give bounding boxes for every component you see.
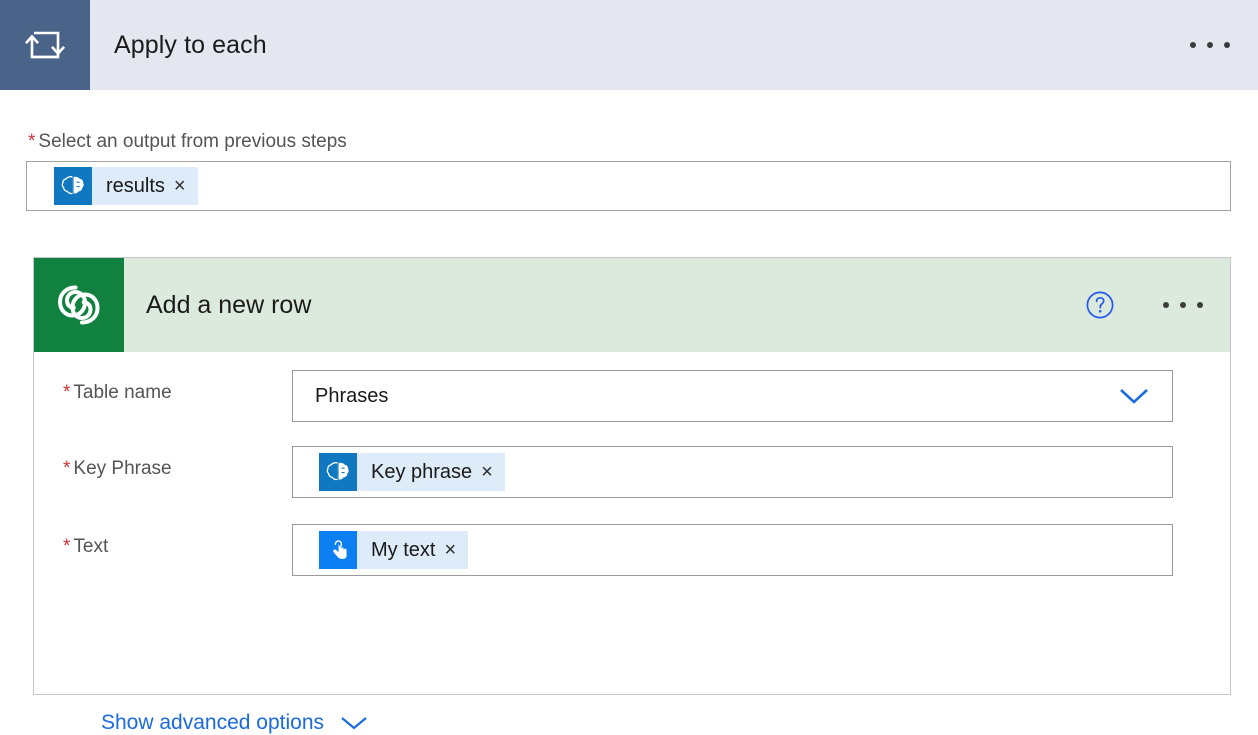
field-label-text: Text <box>73 536 108 557</box>
loop-repeat-icon <box>0 0 90 90</box>
action-card-actions <box>1085 290 1211 320</box>
tap-hand-icon <box>319 531 357 569</box>
token-chip-results[interactable]: results × <box>54 167 198 205</box>
apply-to-each-header: Apply to each <box>0 0 1258 90</box>
token-chip-key-phrase[interactable]: Key phrase × <box>319 453 505 491</box>
page-title: Apply to each <box>114 31 267 60</box>
table-name-value: Phrases <box>315 385 388 408</box>
required-asterisk: * <box>63 458 70 479</box>
help-circle-icon[interactable] <box>1085 290 1115 320</box>
dataverse-icon <box>34 258 124 352</box>
field-label-key-phrase: *Key Phrase <box>34 446 292 480</box>
field-row-table-name: *Table name Phrases <box>34 370 1230 422</box>
brain-icon <box>319 453 357 491</box>
field-label-text: Table name <box>73 382 171 403</box>
token-remove-icon[interactable]: × <box>174 176 198 196</box>
chevron-down-icon <box>339 714 369 732</box>
show-advanced-options-label: Show advanced options <box>101 711 324 735</box>
field-label-text: Key Phrase <box>73 458 171 479</box>
table-name-dropdown[interactable]: Phrases <box>292 370 1173 422</box>
chevron-down-icon[interactable] <box>1118 386 1172 406</box>
output-field-label-text: Select an output from previous steps <box>38 131 346 152</box>
field-label-text-field: *Text <box>34 524 292 558</box>
field-row-key-phrase: *Key Phrase Key phrase × <box>34 446 1230 498</box>
ellipsis-dot <box>1197 302 1203 308</box>
required-asterisk: * <box>28 131 35 152</box>
action-card-ellipsis-icon[interactable] <box>1155 294 1211 316</box>
token-remove-icon[interactable]: × <box>444 540 468 560</box>
ellipsis-dot <box>1180 302 1186 308</box>
ellipsis-dot <box>1224 42 1230 48</box>
token-chip-my-text[interactable]: My text × <box>319 531 468 569</box>
token-remove-icon[interactable]: × <box>481 462 505 482</box>
output-field-label: *Select an output from previous steps <box>28 131 347 153</box>
brain-icon <box>54 167 92 205</box>
text-input[interactable]: My text × <box>292 524 1173 576</box>
token-chip-label: results <box>92 175 174 198</box>
ellipsis-dot <box>1190 42 1196 48</box>
output-token-input[interactable]: results × <box>26 161 1231 211</box>
key-phrase-input[interactable]: Key phrase × <box>292 446 1173 498</box>
action-card-header[interactable]: Add a new row <box>34 258 1230 352</box>
ellipsis-dot <box>1163 302 1169 308</box>
required-asterisk: * <box>63 382 70 403</box>
show-advanced-options-link[interactable]: Show advanced options <box>101 711 369 735</box>
token-chip-label: Key phrase <box>357 461 481 484</box>
field-label-table-name: *Table name <box>34 370 292 404</box>
field-row-text: *Text My text × <box>34 524 1230 576</box>
action-card-add-a-new-row: Add a new row *Table name Phr <box>33 257 1231 695</box>
token-chip-label: My text <box>357 539 444 562</box>
ellipsis-dot <box>1207 42 1213 48</box>
action-card-title: Add a new row <box>146 291 311 320</box>
header-ellipsis-icon[interactable] <box>1180 32 1240 58</box>
required-asterisk: * <box>63 536 70 557</box>
